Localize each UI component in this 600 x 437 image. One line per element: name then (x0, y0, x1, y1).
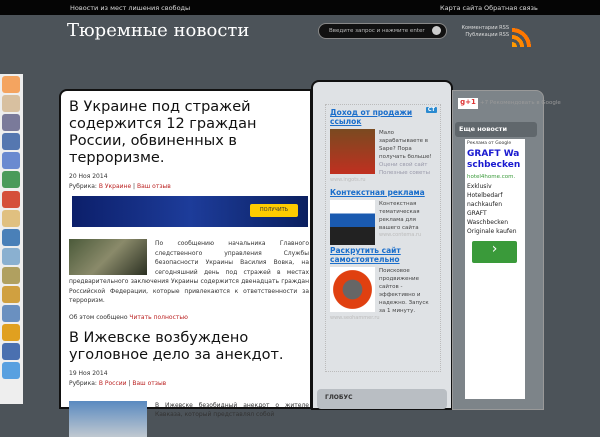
rubric-label: Рубрика: (69, 183, 97, 190)
tagline: Новости из мест лишения свободы (70, 4, 191, 12)
social-share-icon[interactable] (2, 362, 20, 380)
rss-links: Комментарии RSS Публикации RSS (452, 25, 509, 39)
rss-posts-link[interactable]: Публикации RSS (452, 32, 509, 39)
sitemap-link[interactable]: Карта сайта (440, 4, 482, 12)
ad-title[interactable]: Контекстная реклама (330, 188, 436, 197)
social-share-icon[interactable] (2, 95, 20, 113)
search-placeholder: Введите запрос и нажмите enter (329, 28, 425, 34)
google-ad[interactable]: Реклама от Google GRAFT Waschbecken hote… (465, 139, 525, 399)
site-title[interactable]: Тюремные новости (67, 20, 249, 41)
search-icon[interactable] (432, 26, 441, 35)
category-link[interactable]: В Украине (99, 183, 131, 190)
ad-title[interactable]: Доход от продажи ссылок (330, 108, 436, 126)
globus-header: ГЛОБУС (317, 389, 447, 409)
ad-text: Exklusiv Hotelbedarf nachkaufen GRAFT Wa… (467, 183, 517, 235)
more-news-header: Еще новости (455, 122, 537, 137)
social-share-icon[interactable] (2, 190, 20, 208)
social-share-icon[interactable] (2, 152, 20, 170)
social-share-icon[interactable] (2, 228, 20, 246)
google-plus-text: +7 Рекомендовать в Google (480, 100, 561, 106)
category-link[interactable]: В России (99, 380, 127, 387)
ad-block: CT Доход от продажи ссылок Мало зарабаты… (325, 104, 441, 372)
more-prefix: Об этом сообщено (69, 313, 128, 321)
ad-title[interactable]: GRAFT Waschbecken (467, 149, 523, 171)
comment-link[interactable]: Ваш отзыв (132, 380, 166, 387)
feedback-link[interactable]: Обратная связь (484, 4, 538, 12)
ad-column: CT Доход от продажи ссылок Мало зарабаты… (311, 80, 453, 410)
post-title[interactable]: В Украине под стражей содержится 12 граж… (69, 99, 309, 167)
post-text: В Ижевске безобидный анекдот о жителе Ка… (155, 401, 309, 419)
rss-comments-link[interactable]: Комментарии RSS (452, 25, 509, 32)
ad-go-button[interactable]: › (472, 241, 517, 263)
social-share-icon[interactable] (2, 209, 20, 227)
ad-site[interactable]: www.seohammer.ru (330, 315, 436, 321)
social-share-icon[interactable] (2, 247, 20, 265)
social-share-icon[interactable] (2, 305, 20, 323)
ad-site[interactable]: www.ingots.ru (330, 177, 436, 183)
comment-link[interactable]: Ваш отзыв (137, 183, 171, 190)
rubric-label: Рубрика: (69, 379, 97, 387)
ad-badge: CT (425, 107, 437, 113)
google-plus-button[interactable]: g+1 (458, 98, 478, 109)
social-share-icon[interactable] (2, 286, 20, 304)
ad-domain[interactable]: hotel4home.com. (467, 174, 523, 180)
ad-image[interactable] (330, 200, 375, 245)
ad-image[interactable] (330, 129, 375, 174)
social-share-icon[interactable] (2, 114, 20, 132)
casino-banner[interactable]: ПОЛУЧИТЬ (72, 196, 308, 227)
banner-button[interactable]: ПОЛУЧИТЬ (250, 204, 298, 217)
main-content: В Украине под стражей содержится 12 граж… (59, 89, 312, 437)
ad-title[interactable]: Раскрутить сайт самостоятельно (330, 246, 436, 264)
right-sidebar: g+1 +7 Рекомендовать в Google Еще новост… (452, 90, 561, 410)
read-more-link[interactable]: Читать полностью (129, 314, 188, 321)
ad-label: Реклама от Google (467, 141, 512, 146)
top-bar: Новости из мест лишения свободы Карта са… (0, 0, 600, 15)
post-title[interactable]: В Ижевске возбуждено уголовное дело за а… (69, 330, 309, 364)
social-share-icon[interactable] (2, 324, 20, 342)
ad-image[interactable] (330, 267, 375, 312)
post-date: 20 Ноя 2014 (69, 173, 108, 180)
social-share-icon[interactable] (2, 343, 20, 361)
rss-icon[interactable] (512, 25, 535, 47)
post-date: 19 Ноя 2014 (69, 369, 108, 377)
social-share-icon[interactable] (2, 76, 20, 93)
search-input[interactable]: Введите запрос и нажмите enter (318, 23, 447, 39)
social-share-icon[interactable] (2, 133, 20, 151)
post-thumbnail (69, 239, 147, 275)
post-thumbnail (69, 400, 147, 437)
social-share-bar (0, 74, 23, 404)
social-share-icon[interactable] (2, 171, 20, 189)
social-share-icon[interactable] (2, 266, 20, 284)
